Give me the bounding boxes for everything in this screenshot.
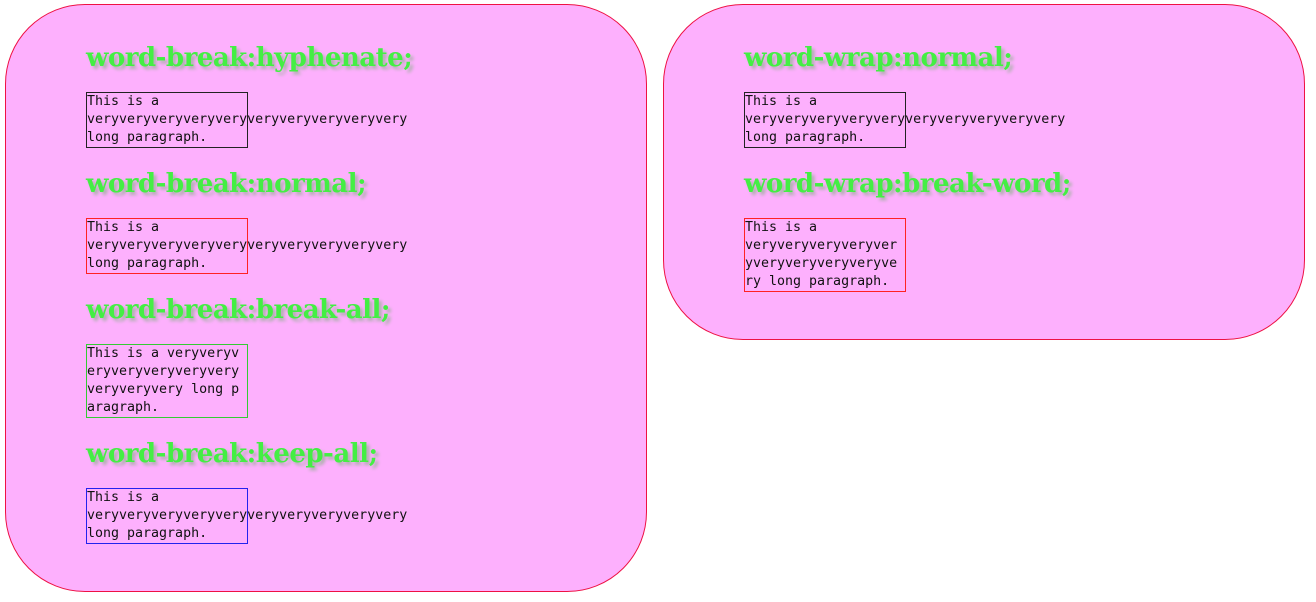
paragraph-word-break-normal: This is a veryveryveryveryveryveryveryve… (86, 218, 407, 274)
heading-word-break-hyphenate: word-break:hyphenate; (86, 43, 413, 73)
left-demo-panel: word-break:hyphenate; This is a veryvery… (5, 4, 647, 592)
paragraph-word-break-break-all: This is a veryveryveryveryveryveryveryve… (86, 344, 248, 418)
paragraph-word-break-hyphenate: This is a veryveryveryveryveryveryveryve… (86, 92, 407, 148)
heading-word-wrap-break-word: word-wrap:break-word; (744, 169, 1071, 199)
heading-word-break-normal: word-break:normal; (86, 169, 367, 199)
paragraph-word-wrap-break-word: This is a veryveryveryveryveryveryveryve… (744, 218, 906, 292)
right-demo-panel: word-wrap:normal; This is a veryveryvery… (663, 4, 1305, 340)
paragraph-word-break-keep-all: This is a veryveryveryveryveryveryveryve… (86, 488, 407, 544)
paragraph-word-wrap-normal: This is a veryveryveryveryveryveryveryve… (744, 92, 1065, 148)
heading-word-wrap-normal: word-wrap:normal; (744, 43, 1013, 73)
heading-word-break-keep-all: word-break:keep-all; (86, 439, 378, 469)
heading-word-break-break-all: word-break:break-all; (86, 295, 391, 325)
